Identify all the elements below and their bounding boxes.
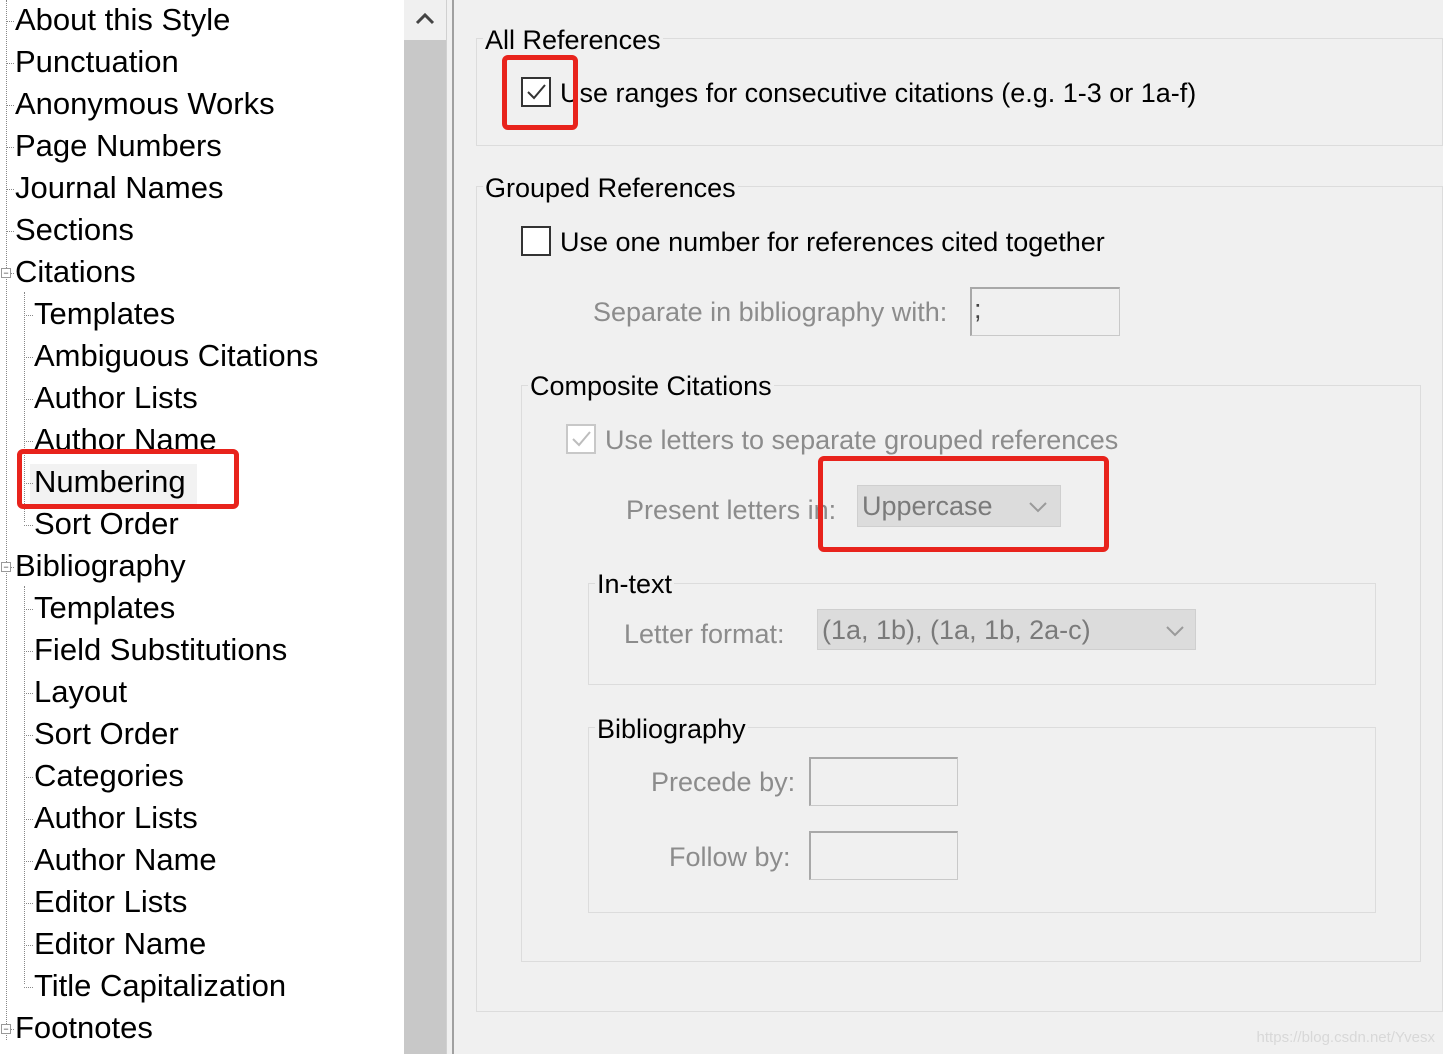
present-letters-dropdown[interactable]: Uppercase — [857, 485, 1061, 527]
tree-item-punctuation[interactable]: Punctuation — [15, 42, 179, 84]
precede-by-label: Precede by: — [651, 767, 796, 797]
grouped-references-title: Grouped References — [483, 171, 738, 205]
tree-item-editor-name[interactable]: Editor Name — [34, 924, 206, 966]
tree-line — [24, 399, 33, 400]
tree-item-sort-order[interactable]: Sort Order — [34, 504, 179, 546]
use-one-number-checkbox[interactable] — [521, 226, 551, 256]
tree-line — [24, 357, 33, 358]
tree-item-layout[interactable]: Layout — [34, 672, 127, 714]
tree-line — [6, 231, 14, 232]
bibliography-group — [588, 727, 1376, 913]
use-letters-checkbox[interactable] — [566, 424, 596, 454]
tree-item-editor-lists[interactable]: Editor Lists — [34, 882, 187, 924]
tree-item-author-name[interactable]: Author Name — [34, 420, 217, 462]
tree-item-ambiguous-citations[interactable]: Ambiguous Citations — [34, 336, 318, 378]
tree-item-anonymous-works[interactable]: Anonymous Works — [15, 84, 275, 126]
use-ranges-checkbox[interactable] — [521, 77, 551, 107]
tree-item-journal-names[interactable]: Journal Names — [15, 168, 223, 210]
tree-item-templates[interactable]: Templates — [34, 294, 175, 336]
tree-line — [24, 693, 33, 694]
tree-item-author-lists[interactable]: Author Lists — [34, 798, 198, 840]
tree-item-page-numbers[interactable]: Page Numbers — [15, 126, 222, 168]
tree-line — [24, 483, 33, 484]
follow-by-field[interactable] — [809, 831, 958, 880]
tree-line — [6, 105, 14, 106]
tree-line — [6, 63, 14, 64]
tree-line — [24, 609, 33, 610]
present-letters-label: Present letters in: — [626, 495, 837, 525]
use-ranges-label[interactable]: Use ranges for consecutive citations (e.… — [560, 76, 1196, 110]
precede-by-field[interactable] — [809, 757, 958, 806]
use-one-number-label[interactable]: Use one number for references cited toge… — [560, 225, 1105, 259]
bibliography-title: Bibliography — [595, 712, 748, 746]
separate-field[interactable]: ; — [970, 287, 1120, 336]
collapse-toggle-icon[interactable]: − — [1, 268, 11, 278]
in-text-title: In-text — [595, 567, 675, 601]
tree-line — [6, 21, 14, 22]
letter-format-label: Letter format: — [624, 619, 785, 649]
tree-line — [6, 0, 7, 1040]
watermark: https://blog.csdn.net/Yvesx — [1256, 1029, 1435, 1046]
letter-format-value: (1a, 1b), (1a, 1b, 2a-c) — [822, 615, 1091, 645]
tree-item-footnotes[interactable]: Footnotes — [15, 1008, 153, 1050]
tree-line — [24, 903, 33, 904]
tree-line — [24, 735, 33, 736]
style-tree[interactable]: About this Style Punctuation Anonymous Wor… — [0, 0, 404, 1054]
panel-splitter[interactable] — [446, 0, 454, 1054]
tree-item-sort-order[interactable]: Sort Order — [34, 714, 179, 756]
tree-line — [24, 586, 25, 984]
tree-line — [6, 189, 14, 190]
tree-line — [6, 147, 14, 148]
composite-citations-title: Composite Citations — [528, 369, 774, 403]
tree-line — [24, 945, 33, 946]
tree-line — [24, 525, 33, 526]
tree-line — [24, 777, 33, 778]
tree-item-templates[interactable]: Templates — [34, 588, 175, 630]
tree-line — [24, 315, 33, 316]
collapse-toggle-icon[interactable]: − — [1, 562, 11, 572]
tree-item-title-capitalization[interactable]: Title Capitalization — [34, 966, 286, 1008]
collapse-toggle-icon[interactable]: − — [1, 1024, 11, 1034]
tree-item-sections[interactable]: Sections — [15, 210, 134, 252]
scroll-up-button[interactable] — [404, 0, 446, 40]
tree-item-about-this-style[interactable]: About this Style — [15, 0, 230, 42]
tree-item-author-name[interactable]: Author Name — [34, 840, 217, 882]
use-letters-label[interactable]: Use letters to separate grouped referenc… — [605, 423, 1118, 457]
present-letters-value: Uppercase — [862, 491, 993, 521]
follow-by-label: Follow by: — [669, 842, 791, 872]
tree-line — [24, 651, 33, 652]
tree-item-bibliography[interactable]: Bibliography — [15, 546, 186, 588]
tree-item-author-lists[interactable]: Author Lists — [34, 378, 198, 420]
tree-line — [24, 987, 33, 988]
tree-line — [24, 292, 25, 522]
tree-scrollbar[interactable] — [404, 0, 446, 1054]
tree-line — [24, 861, 33, 862]
tree-line — [24, 819, 33, 820]
tree-item-field-substitutions[interactable]: Field Substitutions — [34, 630, 287, 672]
tree-line — [24, 441, 33, 442]
all-references-title: All References — [483, 23, 663, 57]
separate-label: Separate in bibliography with: — [593, 297, 948, 327]
tree-item-categories[interactable]: Categories — [34, 756, 184, 798]
letter-format-dropdown[interactable]: (1a, 1b), (1a, 1b, 2a-c) — [817, 609, 1196, 650]
tree-item-citations[interactable]: Citations — [15, 252, 136, 294]
tree-item-numbering[interactable]: Numbering — [34, 462, 186, 504]
